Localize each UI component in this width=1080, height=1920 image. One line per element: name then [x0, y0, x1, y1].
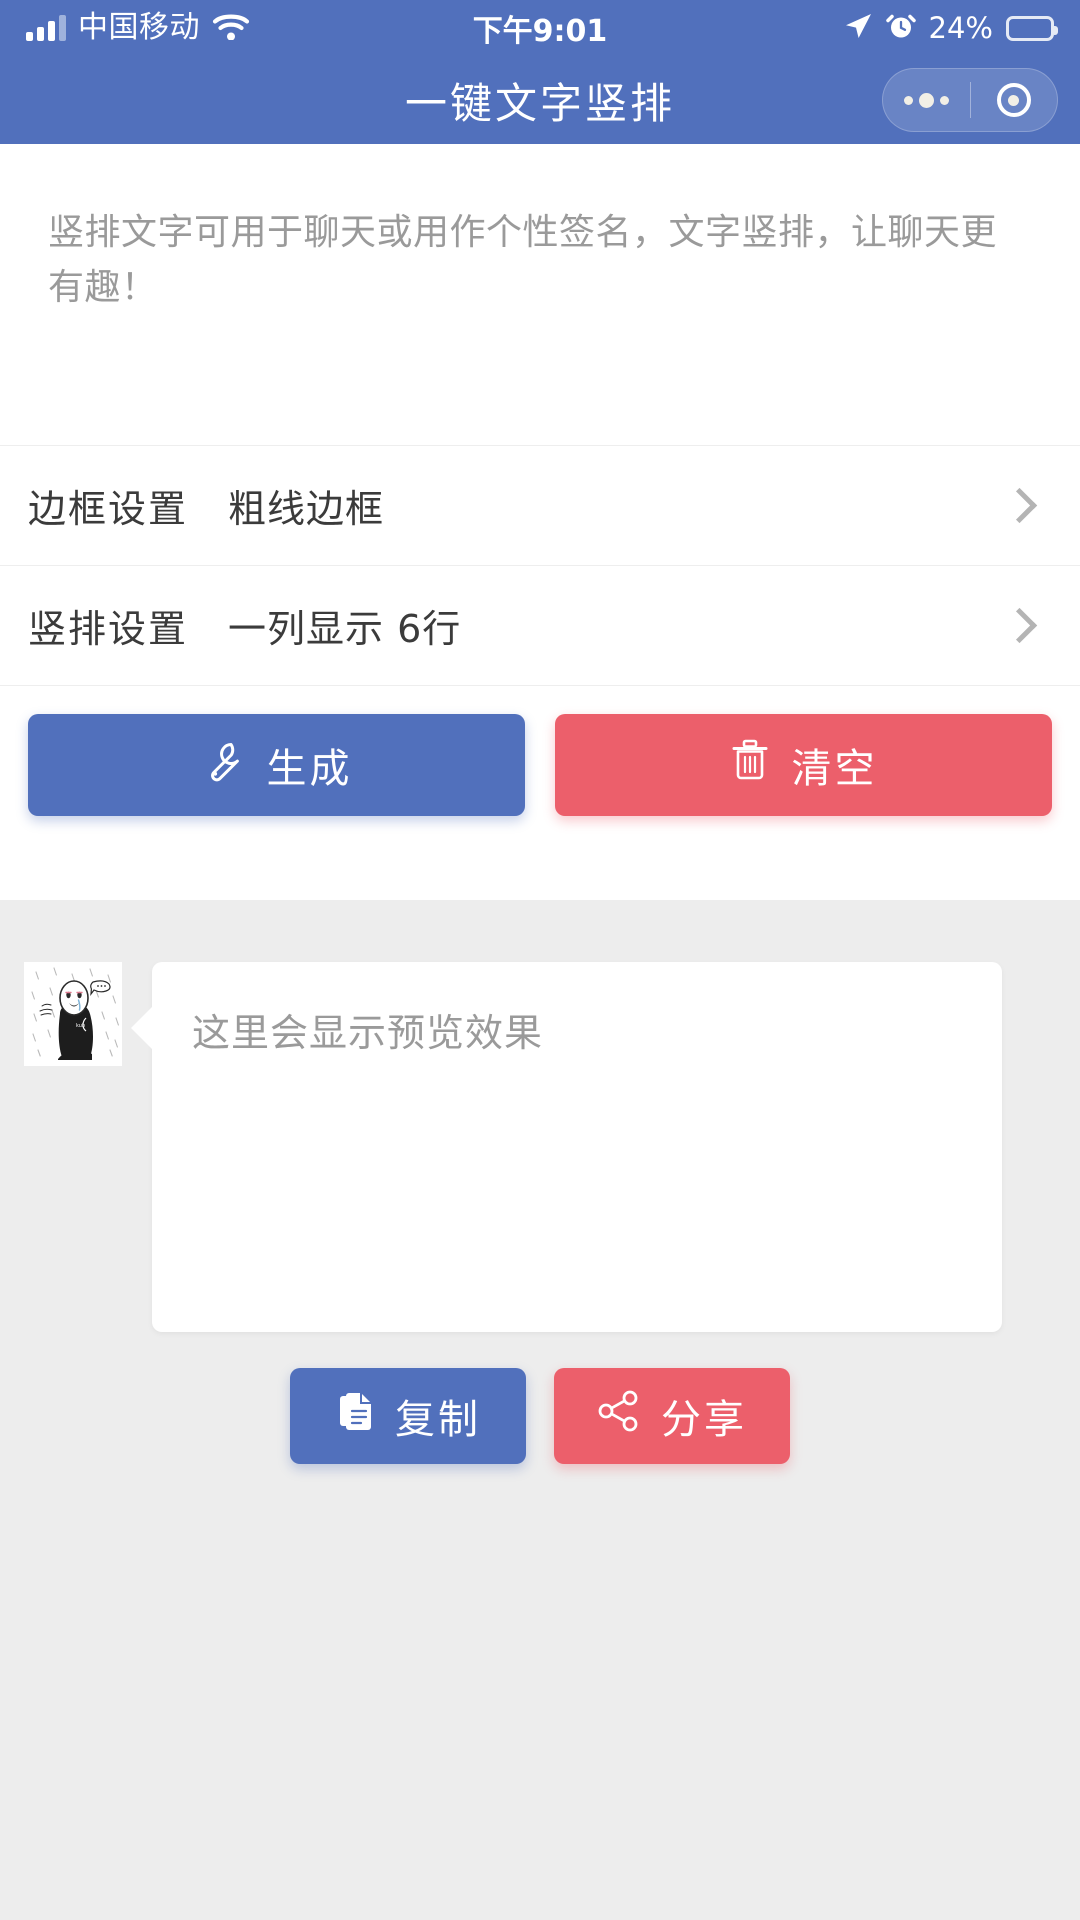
alarm-clock-icon [885, 11, 916, 45]
description-text: 竖排文字可用于聊天或用作个性签名，文字竖排，让聊天更有趣！ [48, 212, 998, 308]
capsule-menu-button[interactable] [883, 69, 970, 131]
action-bar: 生成 清空 [0, 686, 1080, 849]
clear-button[interactable]: 清空 [555, 714, 1052, 817]
share-button-label: 分享 [661, 1397, 747, 1443]
trash-icon [730, 738, 770, 792]
chat-row: kub 这里会显示预览效果 [0, 900, 1080, 1332]
chevron-right-icon [1001, 488, 1038, 524]
status-bar: 中国移动 下午9:01 24% [0, 0, 1080, 56]
preview-bubble-wrap: 这里会显示预览效果 [131, 962, 1002, 1332]
clear-button-label: 清空 [791, 746, 878, 793]
preview-area: kub 这里会显示预览效果 复制 分享 [0, 900, 1080, 1920]
status-bar-right: 24% [843, 10, 1058, 45]
carrier-name: 中国移动 [78, 10, 200, 45]
wrench-icon [201, 738, 245, 792]
copy-button-label: 复制 [395, 1397, 481, 1443]
copy-button[interactable]: 复制 [290, 1368, 526, 1464]
setting-row-border[interactable]: 边框设置 粗线边框 [0, 446, 1080, 567]
chevron-right-icon [1001, 608, 1038, 644]
wifi-icon [212, 12, 250, 44]
generate-button[interactable]: 生成 [28, 714, 525, 817]
status-bar-left: 中国移动 [26, 12, 250, 44]
battery-percent-label: 24% [928, 10, 993, 45]
no-face-sticker-avatar: kub [24, 962, 122, 1066]
bubble-tail [131, 1006, 153, 1050]
share-bar: 复制 分享 [0, 1368, 1080, 1464]
setting-label: 竖排设置 [28, 607, 189, 652]
settings-list: 边框设置 粗线边框 竖排设置 一列显示 6行 [0, 445, 1080, 687]
miniprogram-capsule[interactable] [882, 68, 1058, 132]
setting-label: 边框设置 [28, 487, 189, 532]
share-nodes-icon [597, 1389, 641, 1443]
svg-text:kub: kub [76, 1023, 85, 1029]
target-circle-icon [996, 83, 1031, 117]
nav-bar: 一键文字竖排 [0, 56, 1080, 144]
avatar: kub [24, 962, 122, 1066]
preview-placeholder-text: 这里会显示预览效果 [192, 1011, 544, 1055]
battery-icon [1006, 15, 1058, 41]
preview-bubble[interactable]: 这里会显示预览效果 [152, 962, 1002, 1332]
more-dots-icon [903, 92, 949, 108]
share-button[interactable]: 分享 [554, 1368, 790, 1464]
setting-value: 粗线边框 [228, 487, 385, 532]
signal-bars-icon [26, 15, 66, 41]
setting-row-vertical[interactable]: 竖排设置 一列显示 6行 [0, 566, 1080, 687]
location-arrow-icon [843, 11, 873, 45]
setting-value: 一列显示 6行 [228, 607, 462, 652]
page-title: 一键文字竖排 [404, 78, 675, 128]
generate-button-label: 生成 [266, 746, 353, 793]
document-copy-icon [335, 1389, 375, 1443]
capsule-close-button[interactable] [971, 69, 1058, 131]
